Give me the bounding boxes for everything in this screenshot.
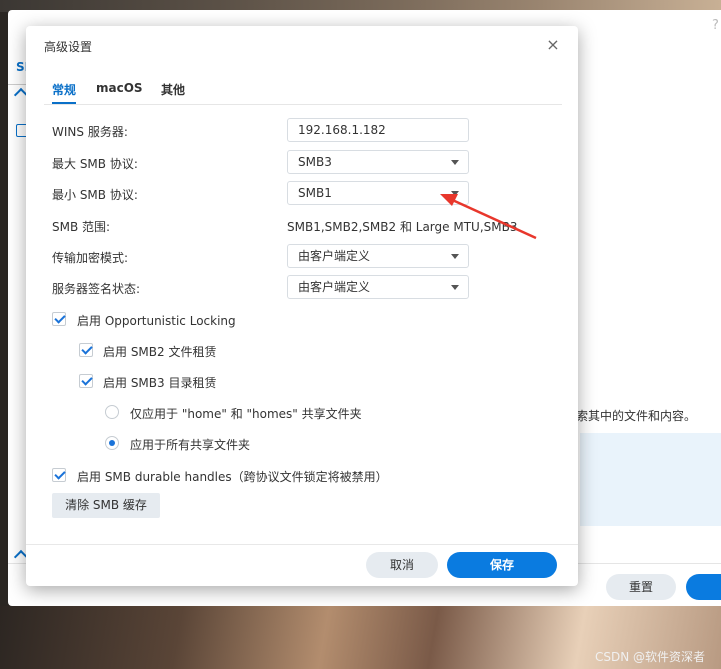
- server-signing-label: 服务器签名状态:: [52, 282, 141, 296]
- max-smb-select[interactable]: SMB3: [287, 150, 469, 174]
- max-smb-label: 最大 SMB 协议:: [52, 157, 138, 171]
- cancel-button[interactable]: 取消: [366, 552, 438, 578]
- advanced-settings-dialog: 高级设置 × 常规 macOS 其他 WINS 服务器: 192.168.1.1…: [26, 26, 578, 586]
- tab-divider: [44, 104, 562, 105]
- smb2-lease-label: 启用 SMB2 文件租赁: [103, 345, 217, 359]
- server-signing-select[interactable]: 由客户端定义: [287, 275, 469, 299]
- min-smb-select[interactable]: SMB1: [287, 181, 469, 205]
- transport-encryption-label: 传输加密模式:: [52, 251, 129, 265]
- tab-macos[interactable]: macOS: [96, 81, 143, 95]
- radio-all-shares[interactable]: [105, 436, 119, 450]
- radio-all-shares-label: 应用于所有共享文件夹: [130, 438, 251, 452]
- min-smb-label: 最小 SMB 协议:: [52, 188, 138, 202]
- dropdown-caret-icon: [451, 191, 459, 196]
- server-signing-value: 由客户端定义: [298, 280, 371, 294]
- max-smb-value: SMB3: [298, 155, 332, 169]
- tab-other[interactable]: 其他: [161, 81, 185, 98]
- close-icon[interactable]: ×: [544, 36, 562, 54]
- background-info-panel: [580, 433, 721, 526]
- background-primary-button[interactable]: [686, 574, 721, 600]
- save-button[interactable]: 保存: [447, 552, 557, 578]
- smb-range-label: SMB 范围:: [52, 220, 111, 234]
- radio-home-only[interactable]: [105, 405, 119, 419]
- smb3-lease-label: 启用 SMB3 目录租赁: [103, 376, 217, 390]
- smb-range-value: SMB1,SMB2,SMB2 和 Large MTU,SMB3: [287, 220, 518, 234]
- watermark-text: CSDN @软件资深者: [595, 650, 706, 664]
- background-description-text: 索其中的文件和内容。: [576, 409, 697, 423]
- dialog-title: 高级设置: [44, 40, 93, 54]
- transport-encryption-select[interactable]: 由客户端定义: [287, 244, 469, 268]
- smb3-lease-checkbox[interactable]: [79, 374, 93, 388]
- smb2-lease-checkbox[interactable]: [79, 343, 93, 357]
- dropdown-caret-icon: [451, 285, 459, 290]
- opportunistic-locking-label: 启用 Opportunistic Locking: [77, 314, 236, 328]
- reset-button[interactable]: 重置: [606, 574, 676, 600]
- tab-general[interactable]: 常规: [52, 81, 76, 98]
- transport-encryption-value: 由客户端定义: [298, 249, 371, 263]
- dropdown-caret-icon: [451, 160, 459, 165]
- help-icon[interactable]: ?: [712, 18, 719, 33]
- radio-home-only-label: 仅应用于 "home" 和 "homes" 共享文件夹: [130, 407, 362, 421]
- opportunistic-locking-checkbox[interactable]: [52, 312, 66, 326]
- min-smb-value: SMB1: [298, 186, 332, 200]
- wins-server-label: WINS 服务器:: [52, 125, 128, 139]
- clear-smb-cache-button[interactable]: 清除 SMB 缓存: [52, 493, 160, 518]
- durable-handles-label: 启用 SMB durable handles（跨协议文件锁定将被禁用）: [77, 470, 388, 484]
- dropdown-caret-icon: [451, 254, 459, 259]
- durable-handles-checkbox[interactable]: [52, 468, 66, 482]
- background-divider: [8, 84, 28, 85]
- dialog-footer-divider: [26, 544, 578, 545]
- wins-server-input[interactable]: 192.168.1.182: [287, 118, 469, 142]
